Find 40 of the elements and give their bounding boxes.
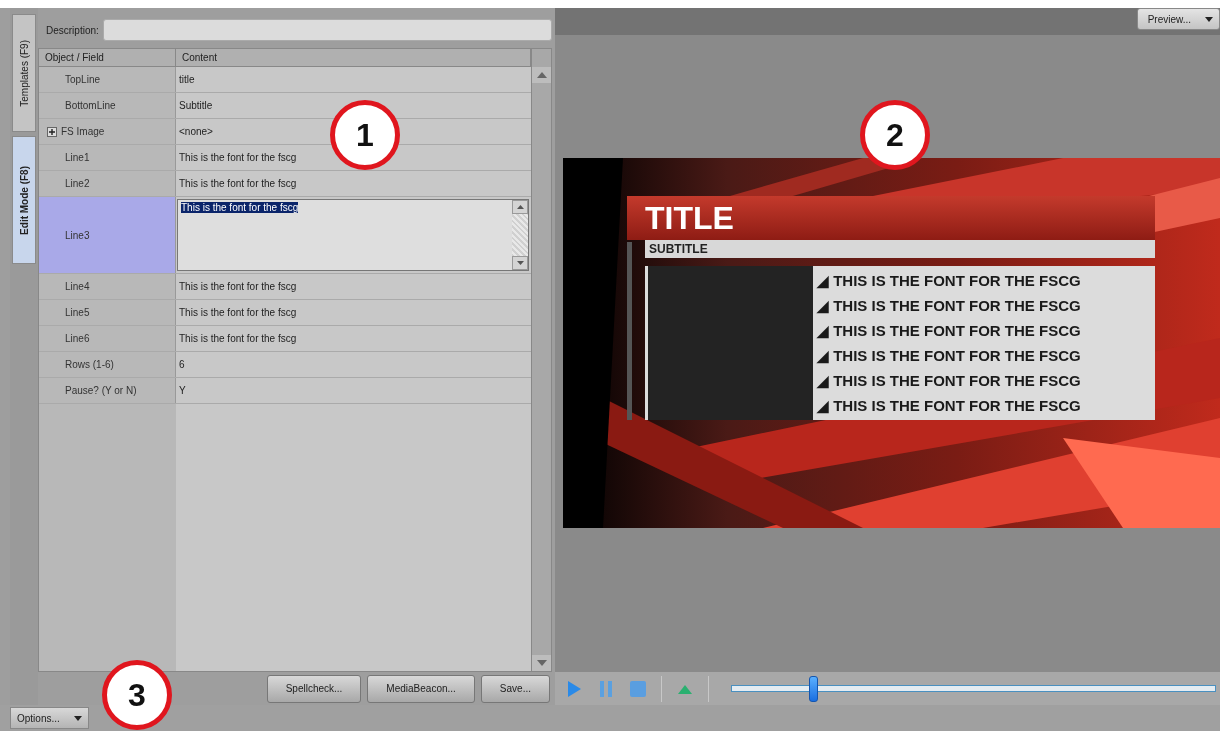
action-button[interactable]: Spellcheck... [266,674,362,703]
side-tab[interactable]: Edit Mode (F8) [12,136,36,264]
description-field[interactable] [102,19,552,41]
graphic-line: ◢ THIS IS THE FONT FOR THE FSCG [817,346,1082,365]
column-header: Object / Field [39,49,176,66]
description-label: Description: [46,24,99,36]
graphic-line: ◢ THIS IS THE FONT FOR THE FSCG [817,371,1082,390]
caret-icon [73,715,82,721]
scroll-down-icon[interactable] [516,261,524,265]
content-value[interactable]: <none> [179,126,213,137]
selected-text: This is the font for the fscg [181,202,299,213]
content-value[interactable]: This is the font for the fscg [179,333,297,344]
content-editor[interactable]: This is the font for the fscg [177,199,529,271]
content-value[interactable]: Y [179,385,186,396]
content-value[interactable]: Subtitle [179,100,213,111]
graphic-title: TITLE [627,196,1155,240]
preview-dropdown[interactable]: Preview... [1136,8,1220,30]
graphic-line: ◢ THIS IS THE FONT FOR THE FSCG [817,296,1082,315]
content-value[interactable]: This is the font for the fscg [179,178,297,189]
scroll-up-icon[interactable] [536,72,547,78]
field-cell[interactable]: Line3 [39,197,176,273]
content-value[interactable]: This is the font for the fscg [179,307,297,318]
graphic-line: ◢ THIS IS THE FONT FOR THE FSCG [817,396,1082,415]
scroll-up-icon[interactable] [516,205,524,209]
content-value[interactable]: 6 [179,359,185,370]
action-button[interactable]: MediaBeacon... [367,674,475,703]
slider-thumb[interactable] [809,675,819,702]
side-tab[interactable]: Templates (F9) [12,14,36,132]
caret-icon [1205,16,1213,22]
graphic-line: ◢ THIS IS THE FONT FOR THE FSCG [817,321,1082,340]
position-slider[interactable] [731,675,1216,702]
action-button[interactable]: Save... [480,674,550,703]
scroll-down-icon[interactable] [536,660,547,666]
graphic-subtitle: SUBTITLE [645,240,1155,258]
options-dropdown[interactable]: Options... [10,707,89,729]
graphic-line: ◢ THIS IS THE FONT FOR THE FSCG [817,271,1082,290]
content-value[interactable]: This is the font for the fscg [179,281,297,292]
content-value[interactable]: This is the font for the fscg [179,152,297,163]
content-value[interactable]: title [179,74,195,85]
expand-icon[interactable] [47,126,57,137]
